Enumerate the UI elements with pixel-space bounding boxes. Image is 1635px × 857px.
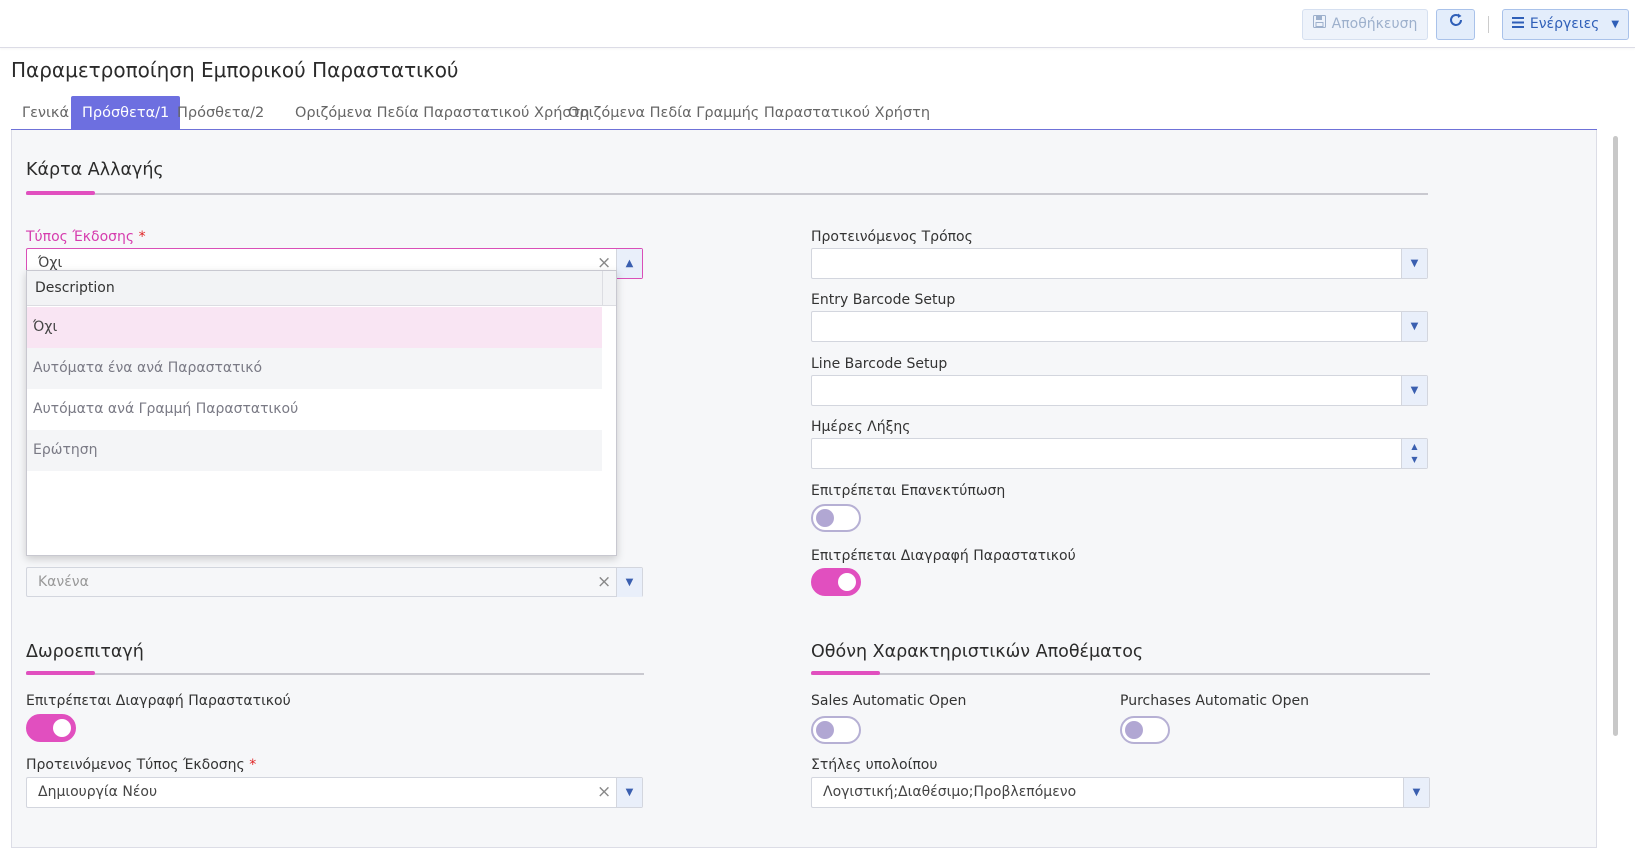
toggle-knob <box>816 509 834 527</box>
gift-suggested-issue-type-label: Προτεινόμενος Τύπος Έκδοσης * <box>26 757 256 773</box>
dropdown-header-corner <box>602 271 616 306</box>
gift-allow-delete-label: Επιτρέπεται Διαγραφή Παραστατικού <box>26 693 291 709</box>
hamburger-icon <box>1511 10 1524 39</box>
toggle-knob <box>1125 721 1143 739</box>
gift-suggested-issue-type-select[interactable]: Δημιουργία Νέου × ▼ <box>26 777 643 808</box>
dropdown-column-header: Description <box>27 271 602 306</box>
expiry-days-label: Ημέρες Λήξης <box>811 419 911 435</box>
entry-barcode-select[interactable]: ▼ <box>811 311 1428 342</box>
section-divider <box>26 193 1428 195</box>
chevron-down-icon[interactable]: ▼ <box>1403 778 1429 807</box>
vertical-scrollbar[interactable] <box>1613 136 1618 736</box>
section-title-gift-voucher: Δωροεπιταγή <box>26 642 144 662</box>
caret-down-icon: ▼ <box>1611 19 1620 30</box>
hidden-select[interactable]: Κανένα × ▼ <box>26 567 643 597</box>
balance-columns-label: Στήλες υπολοίπου <box>811 757 938 773</box>
gift-suggested-issue-type-value: Δημιουργία Νέου <box>38 784 158 800</box>
chevron-down-icon[interactable]: ▼ <box>1401 312 1427 341</box>
balance-columns-select[interactable]: Λογιστική;Διαθέσιμο;Προβλεπόμενο ▼ <box>811 777 1430 808</box>
section-title-change-card: Κάρτα Αλλαγής <box>26 160 164 180</box>
entry-barcode-label: Entry Barcode Setup <box>811 292 956 308</box>
tab-extras-1[interactable]: Πρόσθετα/1 <box>71 96 181 130</box>
tab-general[interactable]: Γενικά <box>11 96 80 130</box>
stepper-up-icon[interactable]: ▲ <box>1402 440 1427 453</box>
page-title: Παραμετροποίηση Εμπορικού Παραστατικού <box>11 58 459 82</box>
section-accent-bar <box>26 671 95 675</box>
tab-bar: Γενικά Πρόσθετα/1 Πρόσθετα/2 Οριζόμενα Π… <box>11 96 1597 130</box>
dropdown-option[interactable]: Ερώτηση <box>27 430 602 471</box>
toolbar-divider <box>1488 16 1489 33</box>
tab-user-line-fields[interactable]: Οριζόμενα Πεδία Γραμμής Παραστατικού Χρή… <box>557 96 941 130</box>
toggle-knob <box>816 721 834 739</box>
allow-reprint-toggle[interactable] <box>811 504 861 532</box>
section-divider <box>811 673 1430 675</box>
chevron-down-icon[interactable]: ▼ <box>616 568 642 597</box>
balance-columns-value: Λογιστική;Διαθέσιμο;Προβλεπόμενο <box>823 784 1077 800</box>
gift-allow-delete-toggle[interactable] <box>26 714 76 742</box>
hidden-select-value: Κανένα <box>38 574 89 590</box>
chevron-up-icon[interactable]: ▲ <box>616 249 642 278</box>
chevron-down-icon[interactable]: ▼ <box>1401 376 1427 405</box>
line-barcode-label: Line Barcode Setup <box>811 356 948 372</box>
dropdown-option[interactable]: Αυτόματα ένα ανά Παραστατικό <box>27 348 602 389</box>
section-accent-bar <box>26 191 95 195</box>
clear-icon[interactable]: × <box>597 568 611 597</box>
tab-extras-2[interactable]: Πρόσθετα/2 <box>166 96 275 130</box>
line-barcode-select[interactable]: ▼ <box>811 375 1428 406</box>
dropdown-option[interactable]: Αυτόματα ανά Γραμμή Παραστατικού <box>27 389 602 430</box>
chevron-down-icon[interactable]: ▼ <box>1401 249 1427 278</box>
actions-menu-label: Ενέργειες <box>1529 16 1600 32</box>
toggle-knob <box>53 719 71 737</box>
issue-type-dropdown: Description Όχι Αυτόματα ένα ανά Παραστα… <box>26 270 617 556</box>
section-divider <box>26 673 644 675</box>
required-mark: * <box>138 229 146 245</box>
allow-reprint-label: Επιτρέπεται Επανεκτύπωση <box>811 483 1006 499</box>
allow-delete-toggle[interactable] <box>811 568 861 596</box>
issue-type-label: Τύπος Έκδοσης * <box>26 229 146 245</box>
refresh-button[interactable] <box>1436 9 1475 40</box>
issue-type-label-text: Τύπος Έκδοσης <box>26 229 135 245</box>
floppy-disk-icon <box>1312 10 1326 39</box>
sales-auto-open-label: Sales Automatic Open <box>811 693 967 709</box>
save-button-label: Αποθήκευση <box>1331 16 1418 32</box>
sales-auto-open-toggle[interactable] <box>811 716 861 744</box>
expiry-days-input[interactable]: ▲ ▼ <box>811 438 1428 469</box>
stepper-down-icon[interactable]: ▼ <box>1402 453 1427 466</box>
chevron-down-icon[interactable]: ▼ <box>616 778 642 807</box>
purchases-auto-open-toggle[interactable] <box>1120 716 1170 744</box>
gift-suggested-issue-type-label-text: Προτεινόμενος Τύπος Έκδοσης <box>26 757 245 773</box>
toggle-knob <box>838 573 856 591</box>
purchases-auto-open-label: Purchases Automatic Open <box>1120 693 1309 709</box>
section-accent-bar <box>811 671 880 675</box>
tab-user-document-fields[interactable]: Οριζόμενα Πεδία Παραστατικού Χρήστη <box>284 96 601 130</box>
refresh-icon <box>1448 10 1464 39</box>
dropdown-option[interactable]: Όχι <box>27 307 602 348</box>
top-toolbar: Αποθήκευση Ενέργειες ▼ <box>0 0 1635 48</box>
number-stepper[interactable]: ▲ ▼ <box>1401 439 1427 468</box>
suggested-mode-label: Προτεινόμενος Τρόπος <box>811 229 973 245</box>
clear-icon[interactable]: × <box>597 778 611 807</box>
suggested-mode-select[interactable]: ▼ <box>811 248 1428 279</box>
allow-delete-label: Επιτρέπεται Διαγραφή Παραστατικού <box>811 548 1076 564</box>
actions-menu-button[interactable]: Ενέργειες ▼ <box>1502 9 1629 40</box>
required-mark: * <box>249 757 257 773</box>
section-title-stock-screen: Οθόνη Χαρακτηριστικών Αποθέματος <box>811 642 1144 662</box>
save-button[interactable]: Αποθήκευση <box>1302 9 1428 40</box>
